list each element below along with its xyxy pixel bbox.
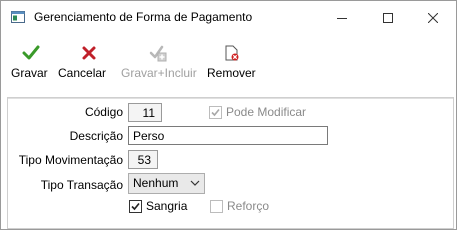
sangria-label: Sangria	[146, 199, 188, 213]
minimize-button[interactable]	[319, 1, 365, 34]
remover-button[interactable]: Remover	[205, 34, 259, 90]
minimize-icon	[337, 17, 347, 19]
tipo-movimentacao-field[interactable]: 53	[128, 150, 158, 169]
tipo-movimentacao-label: Tipo Movimentação	[18, 153, 123, 167]
reforco-checkbox[interactable]: Reforço	[210, 199, 269, 213]
title-bar[interactable]: Gerenciamento de Forma de Pagamento	[1, 1, 456, 34]
form-panel: Código 11 Pode Modificar Descrição Perso…	[7, 97, 454, 229]
close-button[interactable]	[410, 1, 456, 34]
pode-modificar-box	[209, 105, 222, 119]
checkmark-icon	[22, 45, 40, 60]
app-window: Gerenciamento de Forma de Pagamento Grav…	[0, 0, 457, 230]
sangria-box	[129, 199, 142, 213]
close-icon	[428, 12, 438, 23]
save-add-icon	[149, 45, 167, 62]
maximize-icon	[383, 12, 393, 23]
tipo-transacao-label: Tipo Transação	[40, 178, 123, 192]
gravar-label: Gravar	[11, 66, 48, 80]
window-icon	[11, 11, 25, 23]
checkmark-icon	[211, 108, 220, 116]
maximize-button[interactable]	[365, 1, 411, 34]
checkmark-icon	[131, 202, 140, 210]
cancelar-button[interactable]: Cancelar	[56, 34, 112, 90]
codigo-label: Código	[84, 105, 123, 119]
x-icon	[82, 46, 96, 60]
pode-modificar-checkbox[interactable]: Pode Modificar	[209, 105, 306, 119]
tipo-transacao-select[interactable]: Nenhum	[128, 173, 205, 194]
gravar-incluir-button[interactable]: Gravar+Incluir	[117, 34, 201, 90]
descricao-label: Descrição	[69, 129, 123, 143]
cancelar-label: Cancelar	[58, 66, 107, 80]
reforco-label: Reforço	[227, 199, 270, 213]
codigo-field[interactable]: 11	[128, 103, 162, 122]
pode-modificar-label: Pode Modificar	[226, 105, 307, 119]
remover-label: Remover	[207, 66, 256, 80]
chevron-down-icon	[190, 180, 200, 186]
descricao-field[interactable]: Perso	[128, 126, 328, 145]
gravar-button[interactable]: Gravar	[9, 34, 53, 90]
sangria-checkbox[interactable]: Sangria	[129, 199, 187, 213]
gravar-incluir-label: Gravar+Incluir	[121, 66, 197, 80]
remove-icon	[225, 45, 239, 61]
toolbar: Gravar Cancelar Gravar+Incluir Remover	[1, 34, 456, 90]
divider	[8, 98, 453, 99]
window-title: Gerenciamento de Forma de Pagamento	[34, 10, 253, 24]
tipo-transacao-value: Nenhum	[133, 176, 179, 190]
reforco-box	[210, 199, 223, 213]
